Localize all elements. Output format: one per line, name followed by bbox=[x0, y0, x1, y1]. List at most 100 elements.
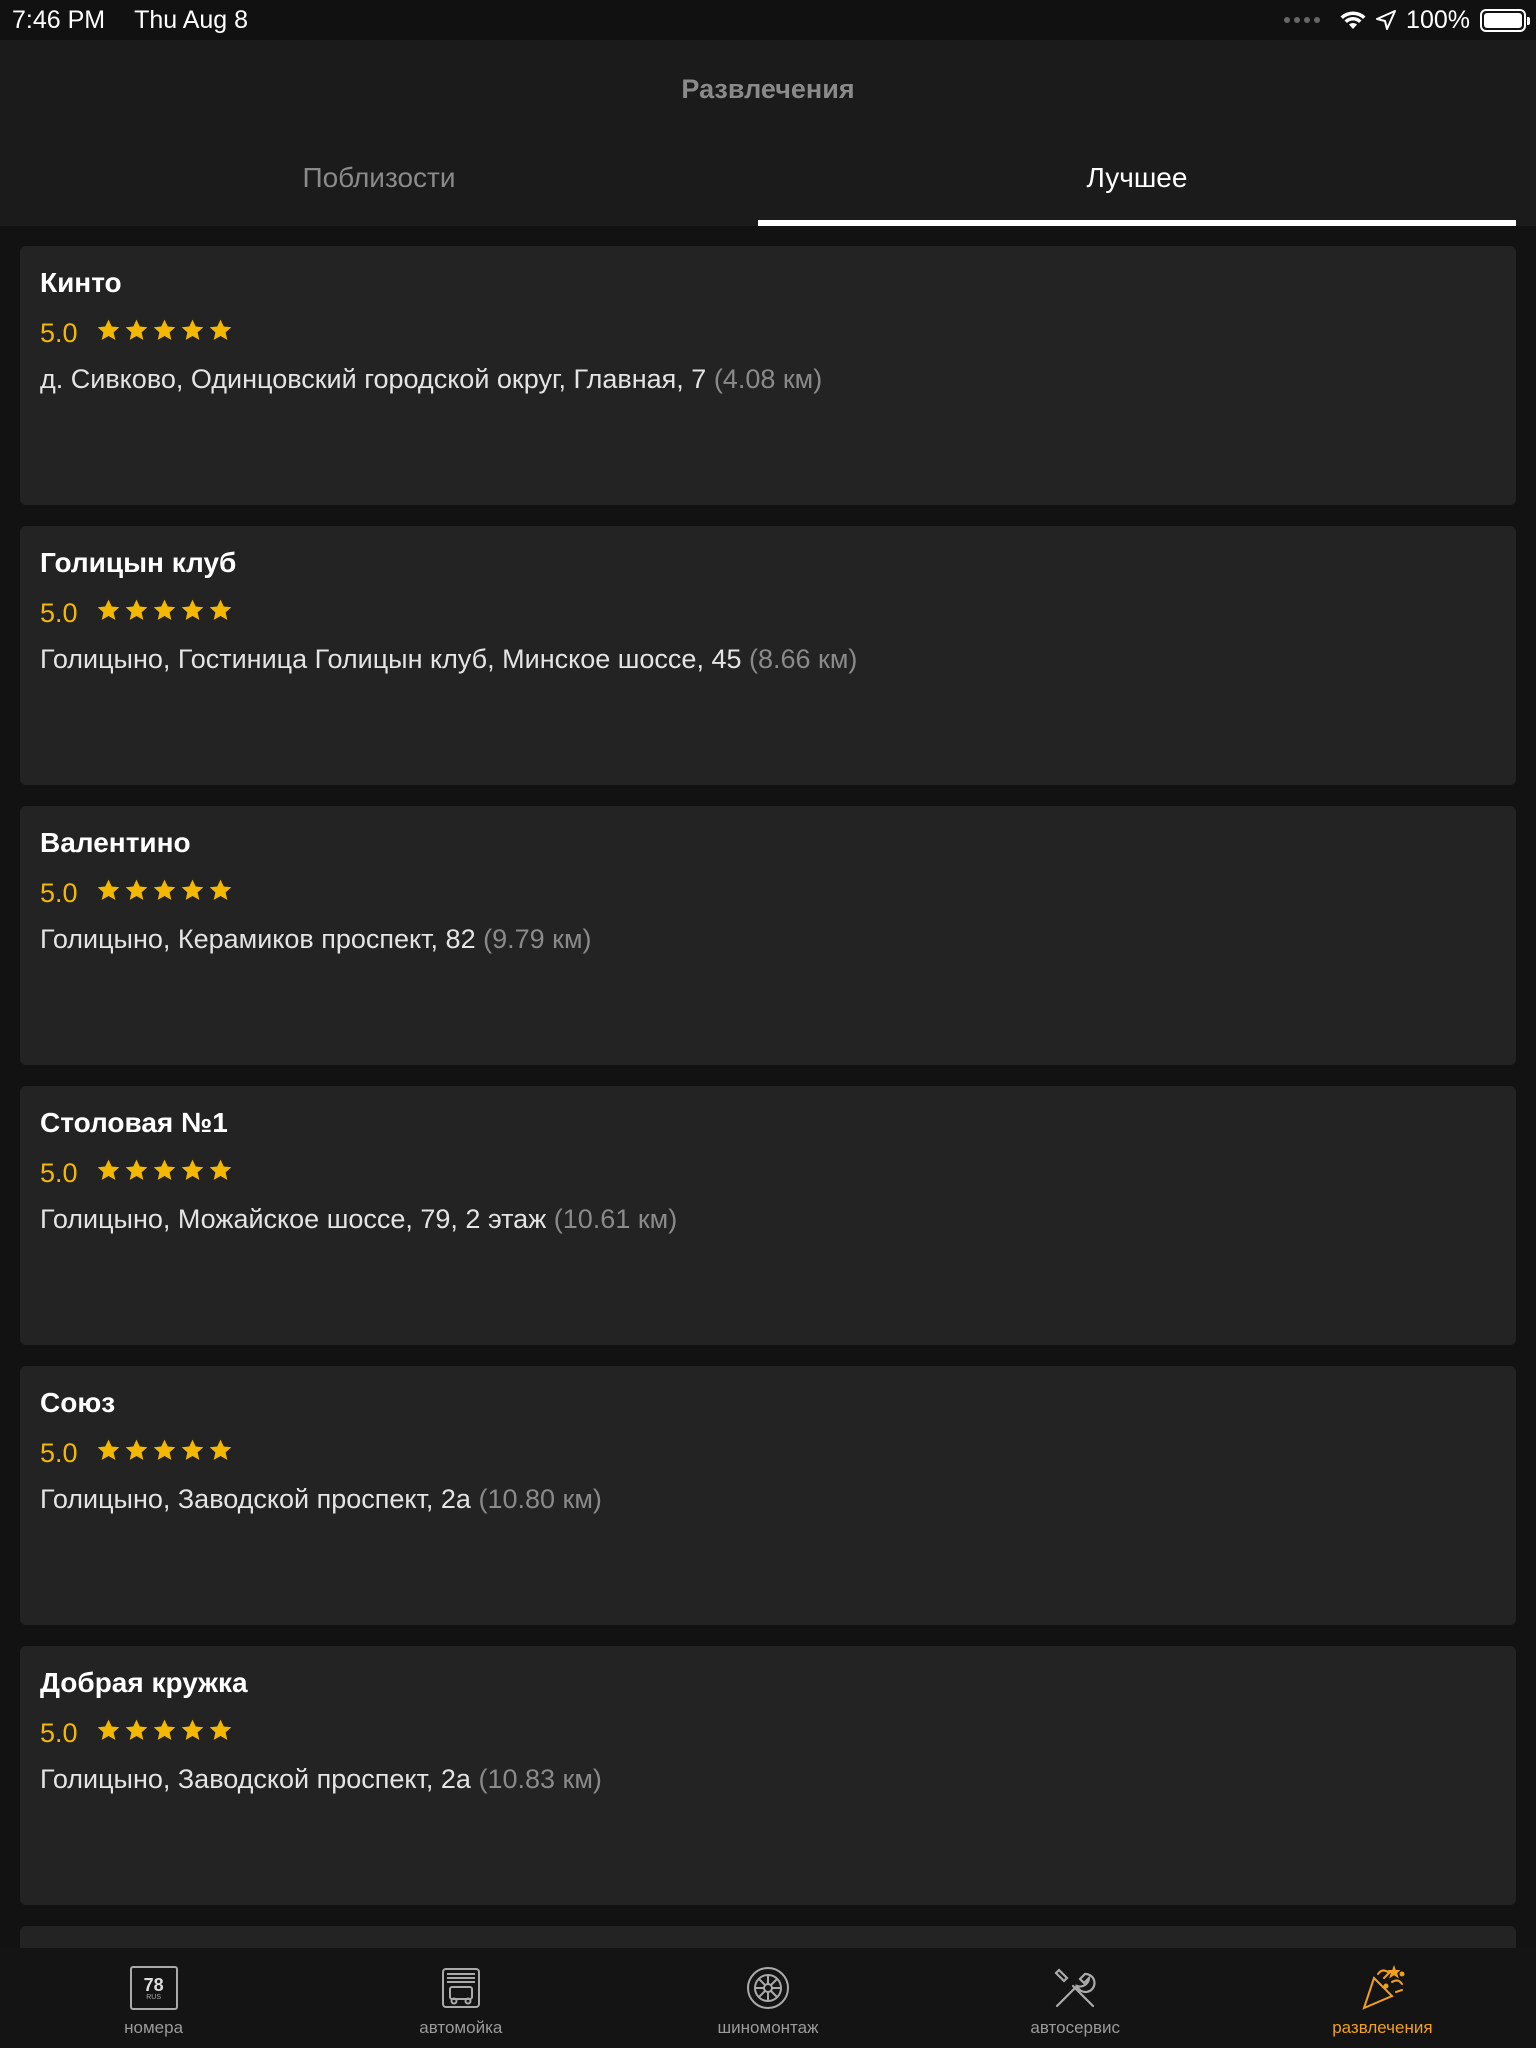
status-left: 7:46 PM Thu Aug 8 bbox=[12, 6, 248, 35]
address-text: д. Сивково, Одинцовский городской округ,… bbox=[40, 364, 707, 394]
rating-value: 5.0 bbox=[40, 1717, 78, 1748]
star-icon bbox=[208, 878, 233, 908]
rating-stars bbox=[96, 1718, 233, 1748]
place-address: Голицыно, Заводской проспект, 2а (10.80 … bbox=[40, 1482, 1496, 1516]
distance-text: (8.66 км) bbox=[749, 644, 858, 674]
battery-icon bbox=[1480, 8, 1530, 32]
distance-text: (10.83 км) bbox=[478, 1764, 602, 1794]
location-arrow-icon bbox=[1376, 10, 1397, 30]
star-icon bbox=[180, 598, 205, 628]
star-icon bbox=[208, 1158, 233, 1188]
tabbar-label: шиномонтаж bbox=[717, 2018, 819, 2037]
rating-row: 5.0 bbox=[40, 596, 1496, 630]
star-icon bbox=[152, 1158, 177, 1188]
status-time: 7:46 PM bbox=[12, 5, 106, 34]
battery-percent: 100% bbox=[1406, 5, 1470, 34]
star-icon bbox=[124, 1718, 149, 1748]
star-icon bbox=[180, 878, 205, 908]
address-text: Голицыно, Можайское шоссе, 79, 2 этаж bbox=[40, 1204, 547, 1234]
address-text: Голицыно, Заводской проспект, 2а bbox=[40, 1764, 471, 1794]
place-name: Валентино bbox=[40, 827, 191, 858]
place-address: Голицыно, Заводской проспект, 2а (10.83 … bbox=[40, 1762, 1496, 1796]
license-plate-icon: 78 RUS bbox=[128, 1962, 180, 2014]
rating-stars bbox=[96, 1158, 233, 1188]
page-title: Развлечения bbox=[681, 74, 855, 104]
address-text: Голицыно, Керамиков проспект, 82 bbox=[40, 924, 476, 954]
rating-row: 5.0 bbox=[40, 1156, 1496, 1190]
wifi-icon bbox=[1340, 11, 1366, 29]
list-item[interactable]: Добрая кружка 5.0 Голицыно, Заводской прос… bbox=[20, 1646, 1516, 1905]
places-list: Кинто 5.0 д. Сивково, Одинцовский городско… bbox=[20, 246, 1516, 1926]
place-address: Голицыно, Гостиница Голицын клуб, Минско… bbox=[40, 642, 1496, 676]
rating-row: 5.0 bbox=[40, 876, 1496, 910]
distance-text: (10.80 км) bbox=[478, 1484, 602, 1514]
wrench-screwdriver-icon bbox=[1049, 1962, 1101, 2014]
star-icon bbox=[180, 318, 205, 348]
star-icon bbox=[208, 1718, 233, 1748]
distance-text: (4.08 км) bbox=[713, 364, 823, 394]
rating-row: 5.0 bbox=[40, 316, 1496, 350]
status-date: Thu Aug 8 bbox=[134, 5, 249, 34]
tabbar-label: развлечения bbox=[1332, 2018, 1433, 2037]
tabbar-item-service[interactable]: автосервис bbox=[922, 1948, 1229, 2048]
rating-value: 5.0 bbox=[40, 317, 78, 348]
car-wash-icon bbox=[435, 1962, 487, 2014]
tabbar-item-carwash[interactable]: автомойка bbox=[307, 1948, 614, 2048]
list-item[interactable]: Союз 5.0 Голицыно, Заводской проспект, 2а … bbox=[20, 1366, 1516, 1625]
star-icon bbox=[124, 1158, 149, 1188]
rating-row: 5.0 bbox=[40, 1716, 1496, 1750]
star-icon bbox=[152, 598, 177, 628]
star-icon bbox=[152, 318, 177, 348]
list-item[interactable]: Столовая №1 5.0 Голицыно, Можайское шоссе,… bbox=[20, 1086, 1516, 1345]
tab-nearby[interactable]: Поблизости bbox=[0, 150, 758, 226]
star-icon bbox=[152, 878, 177, 908]
address-text: Голицыно, Заводской проспект, 2а bbox=[40, 1484, 471, 1514]
address-text: Голицыно, Гостиница Голицын клуб, Минско… bbox=[40, 644, 742, 674]
rating-stars bbox=[96, 598, 233, 628]
star-icon bbox=[180, 1158, 205, 1188]
star-icon bbox=[124, 878, 149, 908]
star-icon bbox=[152, 1438, 177, 1468]
list-item[interactable]: Валентино 5.0 Голицыно, Керамиков проспект… bbox=[20, 806, 1516, 1065]
star-icon bbox=[180, 1718, 205, 1748]
tabbar-item-plates[interactable]: 78 RUS номера bbox=[0, 1948, 307, 2048]
tabbar-item-entertainment[interactable]: развлечения bbox=[1229, 1948, 1536, 2048]
place-name: Столовая №1 bbox=[40, 1107, 228, 1138]
star-icon bbox=[96, 598, 121, 628]
place-name: Кинто bbox=[40, 267, 122, 298]
star-icon bbox=[96, 318, 121, 348]
rating-stars bbox=[96, 1438, 233, 1468]
star-icon bbox=[96, 1718, 121, 1748]
segment-tabs: Поблизости Лучшее bbox=[0, 150, 1516, 226]
list-item[interactable]: Голицын клуб 5.0 Голицыно, Гостиница Голиц… bbox=[20, 526, 1516, 785]
place-address: Голицыно, Можайское шоссе, 79, 2 этаж (1… bbox=[40, 1202, 1496, 1236]
rating-value: 5.0 bbox=[40, 877, 78, 908]
rating-value: 5.0 bbox=[40, 1437, 78, 1468]
place-address: Голицыно, Керамиков проспект, 82 (9.79 к… bbox=[40, 922, 1496, 956]
cellular-signal-icon bbox=[1284, 17, 1321, 23]
nav-header: Развлечения Поблизости Лучшее bbox=[0, 40, 1536, 226]
star-icon bbox=[208, 1438, 233, 1468]
status-bar: 7:46 PM Thu Aug 8 100% bbox=[0, 0, 1536, 40]
star-icon bbox=[96, 1158, 121, 1188]
tab-best[interactable]: Лучшее bbox=[758, 150, 1516, 226]
distance-text: (9.79 км) bbox=[483, 924, 592, 954]
party-popper-icon bbox=[1356, 1962, 1408, 2014]
rating-stars bbox=[96, 878, 233, 908]
rating-row: 5.0 bbox=[40, 1436, 1496, 1470]
tire-icon bbox=[742, 1962, 794, 2014]
distance-text: (10.61 км) bbox=[553, 1204, 678, 1234]
place-address: д. Сивково, Одинцовский городской округ,… bbox=[40, 362, 1496, 396]
star-icon bbox=[96, 1438, 121, 1468]
rating-stars bbox=[96, 318, 233, 348]
star-icon bbox=[180, 1438, 205, 1468]
tabbar-label: номера bbox=[124, 2018, 184, 2037]
star-icon bbox=[208, 598, 233, 628]
place-name: Голицын клуб bbox=[40, 547, 237, 578]
list-item[interactable]: Кинто 5.0 д. Сивково, Одинцовский городско… bbox=[20, 246, 1516, 505]
bottom-tab-bar: 78 RUS номера автомойка шиномонтаж автос… bbox=[0, 1948, 1536, 2048]
tabbar-label: автомойка bbox=[419, 2018, 503, 2037]
star-icon bbox=[152, 1718, 177, 1748]
status-right: 100% bbox=[1284, 5, 1530, 35]
tabbar-item-tires[interactable]: шиномонтаж bbox=[614, 1948, 921, 2048]
